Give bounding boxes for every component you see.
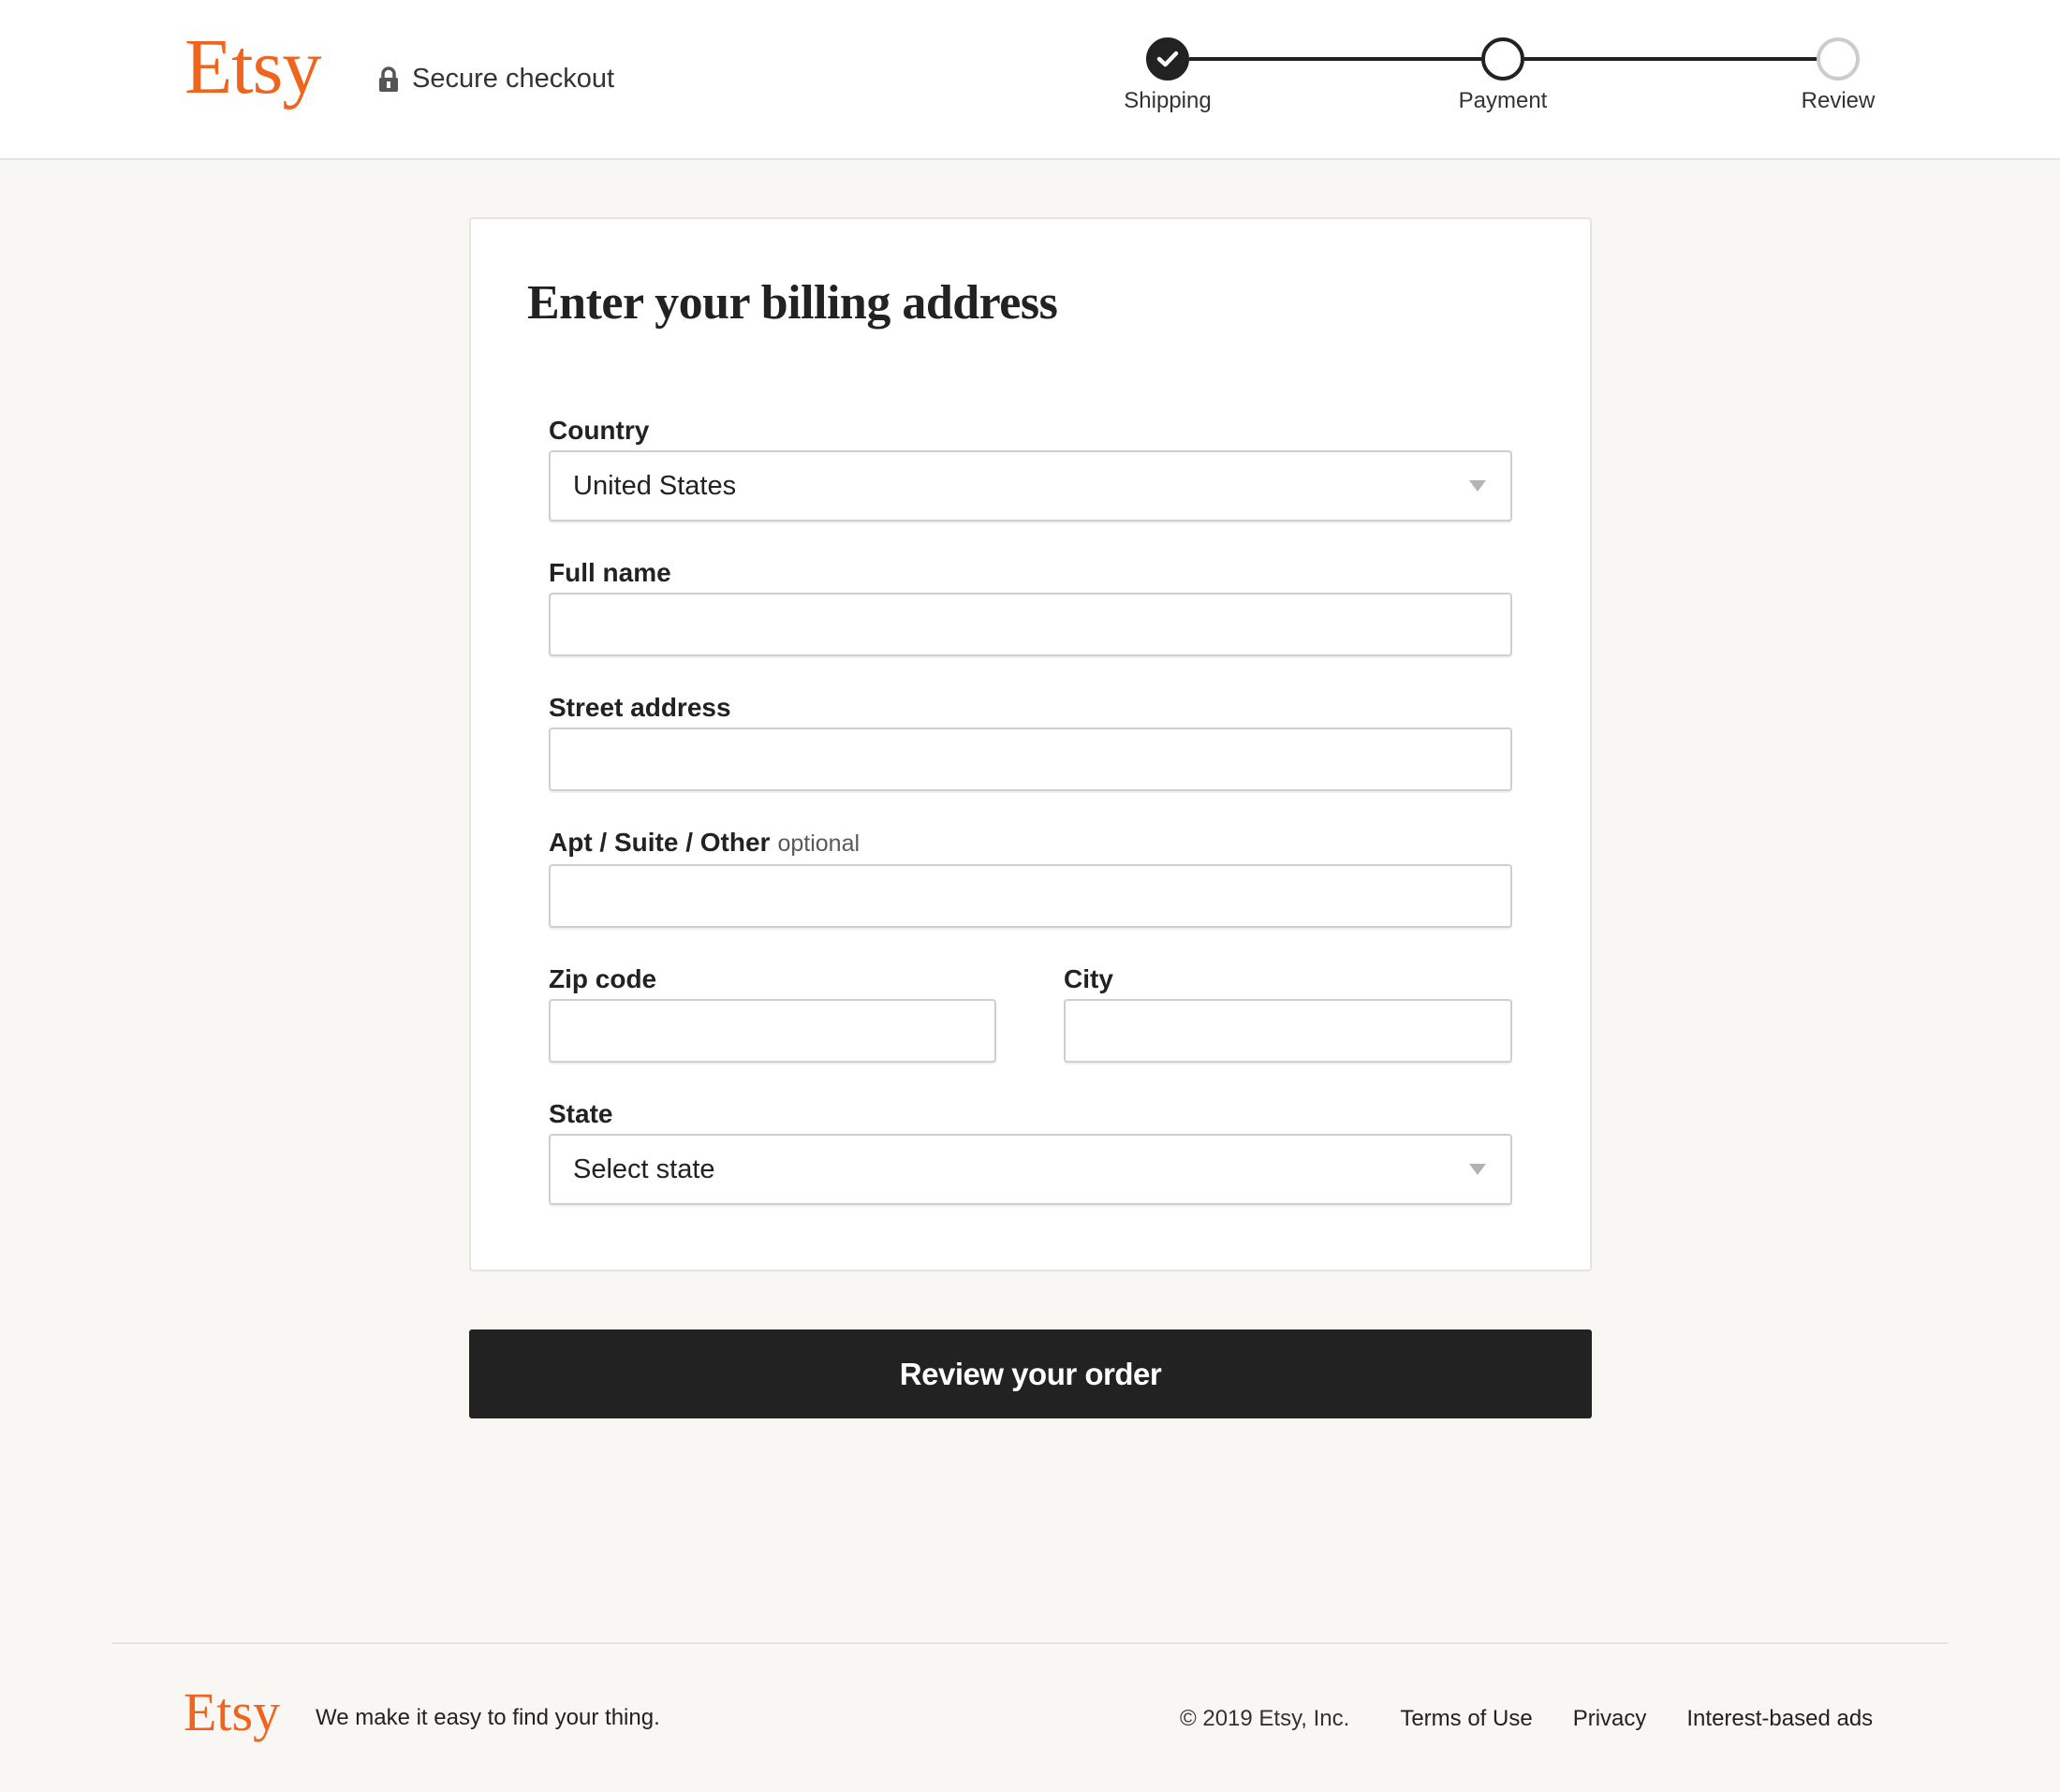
city-input[interactable] — [1064, 999, 1512, 1063]
footer-tagline: We make it easy to find your thing. — [316, 1705, 660, 1730]
step-payment-label: Payment — [1458, 88, 1548, 113]
full-name-label: Full name — [549, 558, 671, 587]
footer-link-interest-based-ads[interactable]: Interest-based ads — [1686, 1706, 1873, 1732]
city-label: City — [1064, 964, 1113, 993]
footer-links: © 2019 Etsy, Inc. Terms of Use Privacy I… — [1180, 1706, 1873, 1732]
page-title: Enter your billing address — [527, 276, 1058, 330]
state-label: State — [549, 1099, 613, 1128]
country-label: Country — [549, 416, 650, 445]
zip-code-label: Zip code — [549, 964, 657, 993]
optional-tag: optional — [777, 830, 861, 857]
street-address-label: Street address — [549, 693, 731, 722]
state-select[interactable]: Select state — [549, 1134, 1512, 1205]
lock-icon — [378, 66, 399, 93]
apt-suite-input[interactable] — [549, 864, 1512, 928]
country-value: United States — [573, 470, 737, 501]
stepper-connector — [1189, 57, 1485, 61]
footer-etsy-logo[interactable]: Etsy — [184, 1685, 280, 1740]
apt-suite-label-text: Apt / Suite / Other — [549, 828, 771, 857]
billing-address-card: Enter your billing address Country Unite… — [469, 217, 1592, 1271]
secure-checkout-indicator: Secure checkout — [378, 64, 614, 95]
checkout-progress-stepper: Shipping Payment Review — [1105, 36, 1929, 129]
apt-suite-label: Apt / Suite / Other optional — [549, 828, 860, 858]
zip-code-input[interactable] — [549, 999, 996, 1063]
secure-checkout-label: Secure checkout — [412, 64, 615, 94]
step-payment-circle — [1481, 37, 1524, 81]
full-name-input[interactable] — [549, 593, 1512, 656]
footer-link-terms[interactable]: Terms of Use — [1400, 1706, 1532, 1732]
step-review-label: Review — [1801, 88, 1876, 113]
country-select[interactable]: United States — [549, 450, 1512, 521]
step-review-circle — [1817, 37, 1860, 81]
footer-divider — [112, 1642, 1948, 1644]
chevron-down-icon — [1469, 1164, 1486, 1175]
checkmark-icon — [1156, 51, 1179, 67]
etsy-logo[interactable]: Etsy — [184, 28, 321, 107]
chevron-down-icon — [1469, 480, 1486, 492]
step-shipping-label: Shipping — [1124, 88, 1212, 113]
street-address-input[interactable] — [549, 727, 1512, 791]
review-order-button[interactable]: Review your order — [469, 1329, 1592, 1418]
copyright-text: © 2019 Etsy, Inc. — [1180, 1706, 1350, 1731]
stepper-connector — [1524, 57, 1819, 61]
state-value: Select state — [573, 1153, 715, 1184]
footer-link-privacy[interactable]: Privacy — [1573, 1706, 1647, 1732]
step-shipping-circle[interactable] — [1146, 37, 1189, 81]
checkout-header: Etsy Secure checkout Shipping Payment Re… — [0, 0, 2060, 160]
